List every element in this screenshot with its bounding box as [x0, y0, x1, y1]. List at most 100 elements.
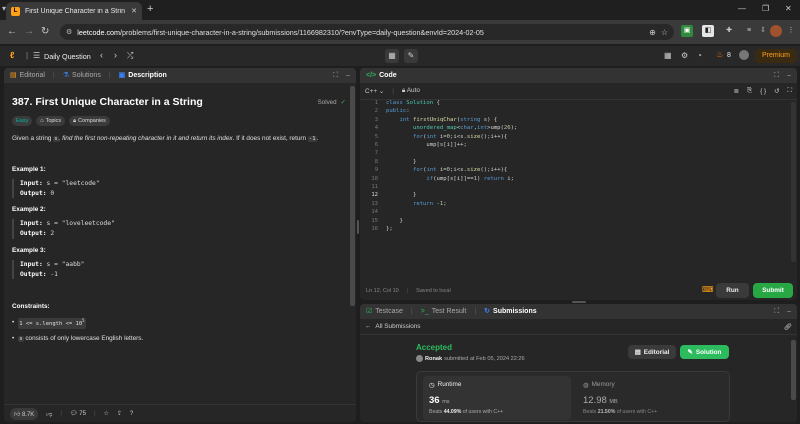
- extensions-puzzle-icon[interactable]: ✚: [723, 25, 735, 37]
- reload-icon[interactable]: ↻: [41, 26, 49, 37]
- format-icon[interactable]: ≣: [734, 87, 739, 95]
- restore-icon[interactable]: ❐: [762, 4, 769, 13]
- example-3-block: Input: s = "aabb" Output: -1: [12, 259, 348, 280]
- extension-green-icon[interactable]: ▣: [681, 25, 693, 37]
- collapse-icon[interactable]: –: [346, 72, 350, 79]
- dislike-icon[interactable]: 👎︎: [46, 410, 52, 418]
- comments-count: 75: [79, 411, 86, 417]
- collapse-icon[interactable]: –: [787, 308, 791, 315]
- result-panel-tabs: ☑ Testcase | >_ Test Result | ↻ Submissions…: [360, 304, 797, 319]
- memory-beats-row: Beats 21.50% of users with C++: [583, 409, 657, 415]
- like-button[interactable]: 👍︎ 8.7K: [10, 407, 39, 420]
- zoom-icon[interactable]: ⊕: [649, 28, 656, 37]
- back-arrow-icon[interactable]: ←: [365, 323, 371, 330]
- description-scrollbar[interactable]: [350, 86, 355, 306]
- bullet: •: [12, 319, 15, 327]
- bookmark-star-icon[interactable]: ☆: [661, 28, 668, 37]
- line-number: 13: [371, 200, 378, 207]
- notifications-icon[interactable]: ◔: [697, 51, 702, 60]
- user-avatar[interactable]: [739, 50, 749, 60]
- fullscreen-icon[interactable]: ⛶: [788, 87, 792, 95]
- memory-beats: 21.50%: [597, 409, 616, 415]
- shuffle-icon[interactable]: ⤮: [127, 51, 133, 61]
- submit-button[interactable]: Submit: [753, 283, 793, 298]
- companies-tag[interactable]: 🔒︎ Companies: [69, 116, 110, 126]
- memory-card[interactable]: ◍ Memory 12.98 MB Beats 21.50% of users w…: [577, 376, 725, 420]
- editorial-button[interactable]: ▤ Editorial: [628, 345, 676, 359]
- settings-gear-icon[interactable]: ⚙: [681, 51, 688, 60]
- code-tab[interactable]: </> Code: [366, 72, 397, 79]
- editor-scrollbar[interactable]: [791, 102, 796, 262]
- media-controls-icon[interactable]: ≡: [743, 25, 755, 37]
- minimize-icon[interactable]: —: [738, 4, 746, 13]
- back-arrow-icon[interactable]: ←: [7, 26, 17, 37]
- example-3-title: Example 3:: [12, 246, 46, 254]
- tab-testcase[interactable]: ☑ Testcase: [366, 308, 403, 315]
- new-tab-icon[interactable]: +: [147, 3, 153, 15]
- horizontal-resize-handle[interactable]: [572, 301, 586, 303]
- code-line: class Solution {: [386, 100, 440, 106]
- leetcode-logo-icon[interactable]: ℓ: [10, 50, 14, 60]
- premium-button[interactable]: Premium: [755, 49, 797, 63]
- vertical-resize-handle[interactable]: [357, 220, 359, 234]
- result-scrollbar[interactable]: [791, 340, 796, 400]
- layout-icon[interactable]: ▦: [385, 49, 399, 63]
- code-line: for(int i=0;i<s.size();i++){: [412, 133, 508, 140]
- problem-list-icon[interactable]: ☰: [33, 51, 40, 60]
- divider: |: [26, 51, 29, 60]
- desc-text-3: .: [316, 135, 319, 142]
- help-icon[interactable]: ?: [130, 411, 133, 417]
- console-icon[interactable]: ⌨: [702, 285, 714, 294]
- favorite-star-icon[interactable]: ☆: [104, 410, 109, 417]
- editorial-button-label: Editorial: [643, 348, 670, 356]
- tab-description[interactable]: ▣ Description: [119, 72, 167, 79]
- close-tab-icon[interactable]: ✕: [131, 7, 137, 15]
- browser-menu-icon[interactable]: ⋮: [785, 25, 797, 37]
- save-status: Saved to local: [416, 288, 451, 294]
- prev-problem-icon[interactable]: ‹: [100, 50, 103, 60]
- tab-test-result[interactable]: >_ Test Result: [421, 308, 467, 315]
- daily-question-label[interactable]: Daily Question: [44, 52, 91, 61]
- forward-arrow-icon[interactable]: →: [24, 26, 34, 37]
- braces-icon[interactable]: { }: [760, 88, 766, 95]
- editorial-book-icon: ▤: [634, 349, 641, 356]
- memory-unit: MB: [609, 399, 618, 405]
- tab-solutions[interactable]: ⚗ Solutions: [63, 72, 101, 79]
- topics-tag[interactable]: ⌂ Topics: [36, 116, 66, 126]
- maximize-icon[interactable]: ⛶: [774, 308, 779, 316]
- url-host: leetcode.com: [77, 27, 121, 37]
- browser-tab[interactable]: L First Unique Character in a Strin ✕: [6, 2, 142, 20]
- tab-editorial[interactable]: ▤ Editorial: [10, 72, 45, 79]
- language-select[interactable]: C++ ⌄: [365, 87, 384, 95]
- collapse-icon[interactable]: –: [787, 72, 791, 79]
- address-bar[interactable]: ⚙ leetcode.com/problems/first-unique-cha…: [60, 24, 674, 40]
- all-submissions-link[interactable]: All Submissions: [375, 323, 420, 330]
- auto-mode[interactable]: 🔒︎ Auto: [402, 87, 420, 95]
- beats-suffix: of users with C++: [615, 409, 658, 415]
- difficulty-badge[interactable]: Easy: [12, 116, 33, 126]
- maximize-icon[interactable]: ⛶: [774, 72, 779, 80]
- site-info-icon[interactable]: ⚙: [66, 28, 72, 36]
- close-window-icon[interactable]: ✕: [785, 4, 792, 13]
- bookmark-icon[interactable]: ⎘: [747, 87, 752, 95]
- maximize-icon[interactable]: ⛶: [333, 72, 338, 80]
- run-button[interactable]: Run: [716, 283, 749, 298]
- code-editor[interactable]: 1 class Solution {2 public: 3 int firstUniq…: [360, 100, 797, 270]
- extension-white-icon[interactable]: ◧: [702, 25, 714, 37]
- runtime-card[interactable]: ◷ Runtime 36 ms Beats 44.09% of users wit…: [423, 376, 571, 420]
- tab-submissions[interactable]: ↻ Submissions: [484, 308, 536, 315]
- profile-avatar[interactable]: [770, 25, 782, 37]
- note-icon[interactable]: ✎: [404, 49, 418, 63]
- grid-icon[interactable]: ▦: [664, 51, 672, 60]
- next-problem-icon[interactable]: ›: [114, 50, 117, 60]
- tab-description-label: Description: [128, 72, 167, 79]
- link-icon[interactable]: 🔗︎: [784, 323, 792, 331]
- submitter-name[interactable]: Ronak: [425, 356, 442, 362]
- constraint-1-exponent: 5: [82, 318, 85, 324]
- memory-value: 12.98: [583, 395, 607, 406]
- share-icon[interactable]: ⇪: [117, 410, 122, 417]
- solution-button[interactable]: ✎ Solution: [680, 345, 729, 359]
- reset-icon[interactable]: ↺: [774, 87, 779, 95]
- downloads-icon[interactable]: ⇩: [757, 25, 769, 37]
- comments-button[interactable]: 💬︎ 75: [70, 410, 86, 417]
